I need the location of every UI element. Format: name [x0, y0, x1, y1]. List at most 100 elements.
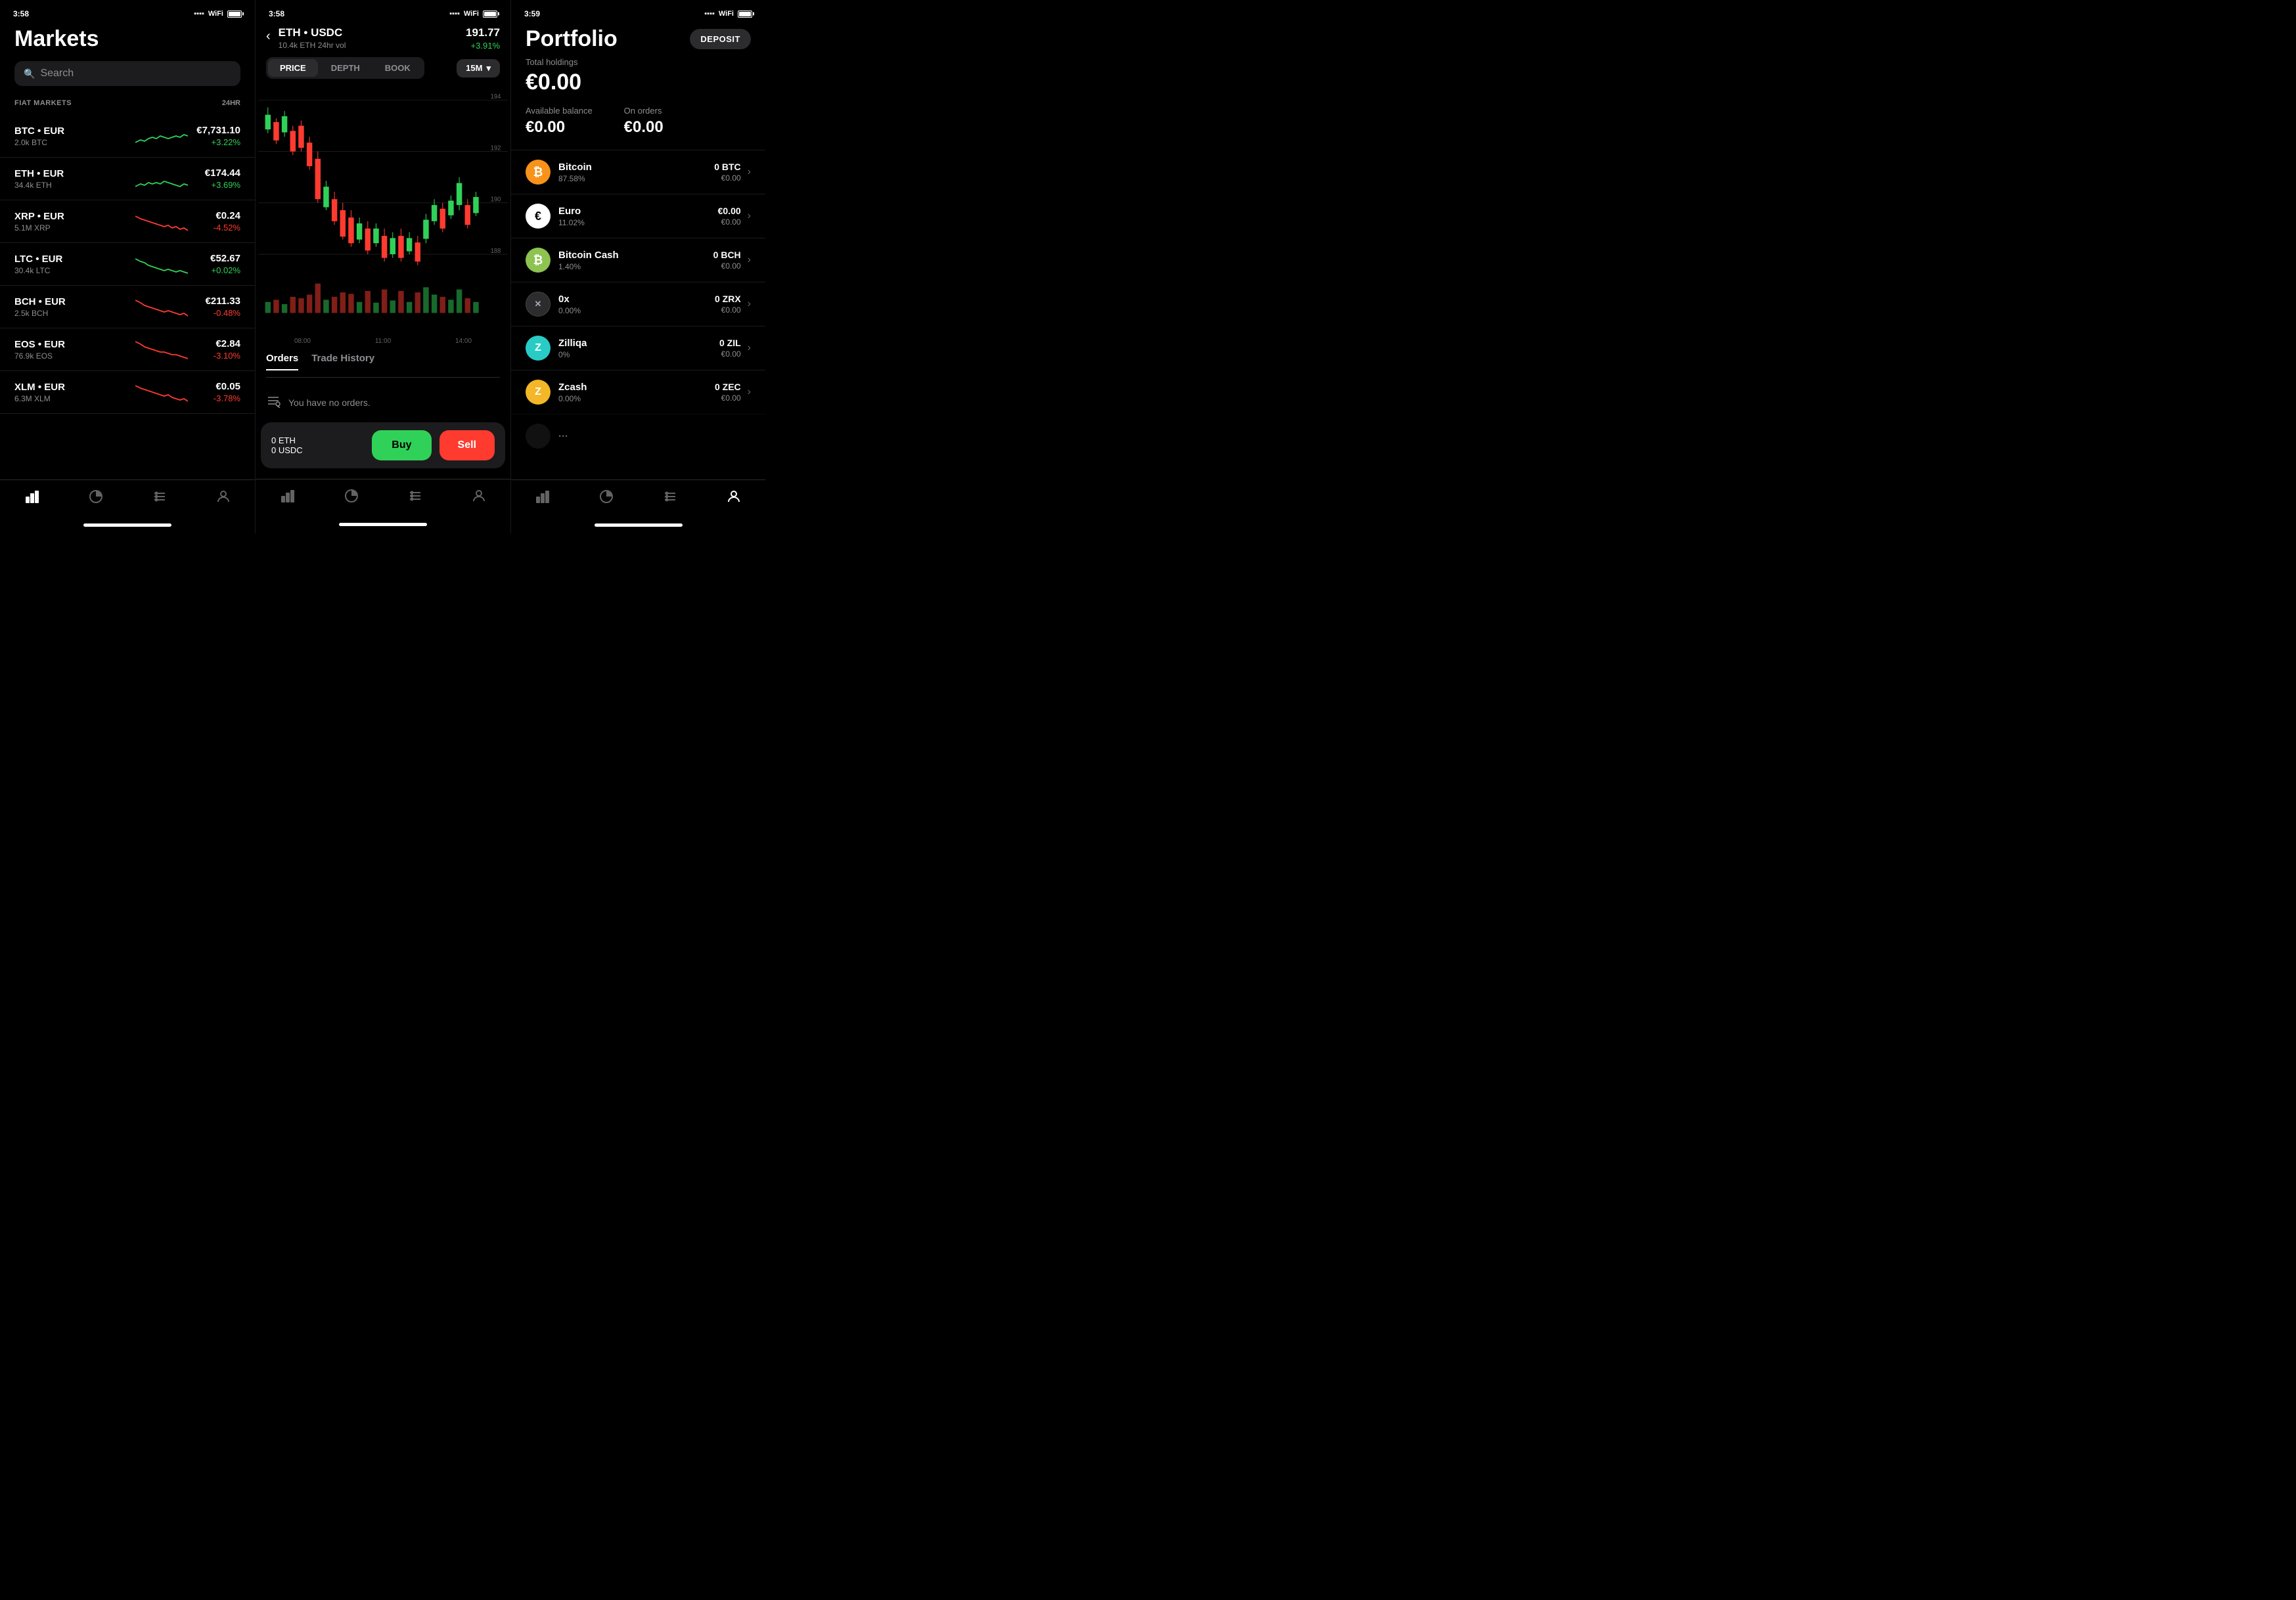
orders-tab-history[interactable]: Trade History — [311, 353, 374, 370]
sparkline-eos — [135, 338, 188, 361]
zec-icon: Z — [526, 380, 551, 405]
market-vol-eth: 34.4k ETH — [14, 181, 135, 190]
battery-icon — [227, 11, 242, 18]
portfolio-panel: 3:59 ▪▪▪▪ WiFi Portfolio DEPOSIT Total h… — [510, 0, 765, 533]
bch-icon: ₿ — [526, 248, 551, 273]
eth-balance: 0 ETH — [271, 435, 364, 445]
market-item-eos-eur[interactable]: EOS • EUR 76.9k EOS €2.84 -3.10% — [0, 328, 255, 371]
orders-tab-orders[interactable]: Orders — [266, 353, 298, 370]
status-bar-markets: 3:58 ▪▪▪▪ WiFi — [0, 0, 255, 22]
tab-book[interactable]: BOOK — [373, 59, 422, 77]
search-placeholder: Search — [40, 68, 74, 79]
nav-orders-icon-portfolio[interactable] — [662, 488, 679, 505]
sparkline-ltc — [135, 252, 188, 276]
asset-item-partial[interactable]: ··· — [511, 414, 765, 458]
chart-tabs: PRICE DEPTH BOOK 15M ▾ — [256, 57, 510, 85]
asset-item-bitcoin[interactable]: ₿ Bitcoin 87.58% 0 BTC €0.00 › — [511, 150, 765, 194]
sparkline-bch — [135, 295, 188, 319]
nav-orders-icon[interactable] — [151, 488, 168, 505]
deposit-button[interactable]: DEPOSIT — [690, 29, 751, 49]
sparkline-eth — [135, 167, 188, 190]
svg-text:188: 188 — [491, 248, 501, 255]
nav-profile-icon-chart[interactable] — [470, 487, 487, 504]
time-selector[interactable]: 15M ▾ — [457, 59, 500, 78]
market-vol-eos: 76.9k EOS — [14, 351, 135, 361]
bitcoin-icon: ₿ — [526, 160, 551, 185]
nav-markets-icon-chart[interactable] — [279, 487, 296, 504]
zrx-name: 0x — [558, 294, 715, 305]
partial-icon — [526, 424, 551, 449]
sparkline-btc — [135, 124, 188, 148]
chart-area: 194 192 190 188 — [256, 85, 510, 335]
sell-button[interactable]: Sell — [439, 430, 495, 460]
asset-item-bch[interactable]: ₿ Bitcoin Cash 1.40% 0 BCH €0.00 › — [511, 238, 765, 282]
status-bar-chart: 3:58 ▪▪▪▪ WiFi — [256, 0, 510, 22]
back-button[interactable]: ‹ — [266, 26, 271, 44]
tab-price[interactable]: PRICE — [268, 59, 318, 77]
asset-item-euro[interactable]: € Euro 11.02% €0.00 €0.00 › — [511, 194, 765, 238]
svg-text:192: 192 — [491, 144, 501, 152]
svg-text:190: 190 — [491, 196, 501, 203]
market-pair-xlm: XLM • EUR — [14, 382, 135, 393]
available-amount: €0.00 — [526, 118, 593, 137]
market-price-btc: €7,731.10 — [188, 125, 240, 136]
usdc-balance: 0 USDC — [271, 445, 364, 455]
zrx-pct: 0.00% — [558, 306, 715, 315]
markets-title: Markets — [0, 22, 255, 61]
market-item-ltc-eur[interactable]: LTC • EUR 30.4k LTC €52.67 +0.02% — [0, 243, 255, 286]
chevron-right-icon: › — [748, 166, 751, 178]
market-item-bch-eur[interactable]: BCH • EUR 2.5k BCH €211.33 -0.48% — [0, 286, 255, 328]
market-item-eth-eur[interactable]: ETH • EUR 34.4k ETH €174.44 +3.69% — [0, 158, 255, 200]
sparkline-xrp — [135, 210, 188, 233]
sparkline-xlm — [135, 380, 188, 404]
trade-bar: 0 ETH 0 USDC Buy Sell — [261, 422, 505, 468]
asset-item-zec[interactable]: Z Zcash 0.00% 0 ZEC €0.00 › — [511, 370, 765, 414]
buy-button[interactable]: Buy — [372, 430, 431, 460]
no-orders-icon — [266, 393, 281, 412]
nav-markets-icon[interactable] — [24, 488, 41, 505]
nav-pie-icon[interactable] — [87, 488, 104, 505]
market-item-btc-eur[interactable]: BTC • EUR 2.0k BTC €7,731.10 +3.22% — [0, 115, 255, 158]
time-portfolio: 3:59 — [524, 9, 540, 18]
zec-name: Zcash — [558, 382, 715, 393]
market-item-xlm-eur[interactable]: XLM • EUR 6.3M XLM €0.05 -3.78% — [0, 371, 255, 414]
chevron-right-icon-eur: › — [748, 210, 751, 222]
asset-item-zil[interactable]: Z Zilliqa 0% 0 ZIL €0.00 › — [511, 326, 765, 370]
chevron-right-icon-zil: › — [748, 342, 751, 354]
x-label-3: 14:00 — [455, 338, 472, 345]
nav-orders-icon-chart[interactable] — [407, 487, 424, 504]
zrx-icon: ✕ — [526, 292, 551, 317]
tab-depth[interactable]: DEPTH — [319, 59, 372, 77]
nav-profile-icon[interactable] — [215, 488, 232, 505]
market-pair-bch: BCH • EUR — [14, 296, 135, 307]
zrx-eur: €0.00 — [715, 305, 741, 315]
nav-pie-icon-portfolio[interactable] — [598, 488, 615, 505]
orders-section: Orders Trade History You have no orders. — [256, 345, 510, 422]
on-orders-amount: €0.00 — [624, 118, 664, 137]
wifi-icon: WiFi — [208, 10, 223, 18]
bch-name: Bitcoin Cash — [558, 250, 713, 261]
market-vol-bch: 2.5k BCH — [14, 309, 135, 318]
market-item-xrp-eur[interactable]: XRP • EUR 5.1M XRP €0.24 -4.52% — [0, 200, 255, 243]
zec-amount: 0 ZEC — [715, 382, 741, 392]
signal-icon: ▪▪▪▪ — [194, 10, 204, 18]
nav-profile-active-icon-portfolio[interactable] — [725, 488, 742, 505]
market-price-eth: €174.44 — [188, 167, 240, 179]
asset-item-zrx[interactable]: ✕ 0x 0.00% 0 ZRX €0.00 › — [511, 282, 765, 326]
nav-pie-icon-chart[interactable] — [343, 487, 360, 504]
zil-eur: €0.00 — [719, 349, 741, 359]
orders-tabs: Orders Trade History — [266, 353, 500, 378]
holdings-label: Total holdings — [526, 57, 751, 67]
search-bar[interactable]: 🔍 Search — [14, 61, 240, 86]
nav-markets-icon-portfolio[interactable] — [534, 488, 551, 505]
market-pair-ltc: LTC • EUR — [14, 254, 135, 265]
section-hr-label: 24HR — [222, 99, 240, 107]
market-price-bch: €211.33 — [188, 296, 240, 307]
x-label-1: 08:00 — [294, 338, 311, 345]
market-section-header: FIAT MARKETS 24HR — [0, 99, 255, 115]
market-vol-xrp: 5.1M XRP — [14, 223, 135, 233]
market-change-eth: +3.69% — [188, 180, 240, 190]
time-markets: 3:58 — [13, 9, 29, 18]
signal-icon-chart: ▪▪▪▪ — [449, 10, 460, 18]
bottom-nav-portfolio — [511, 479, 765, 518]
